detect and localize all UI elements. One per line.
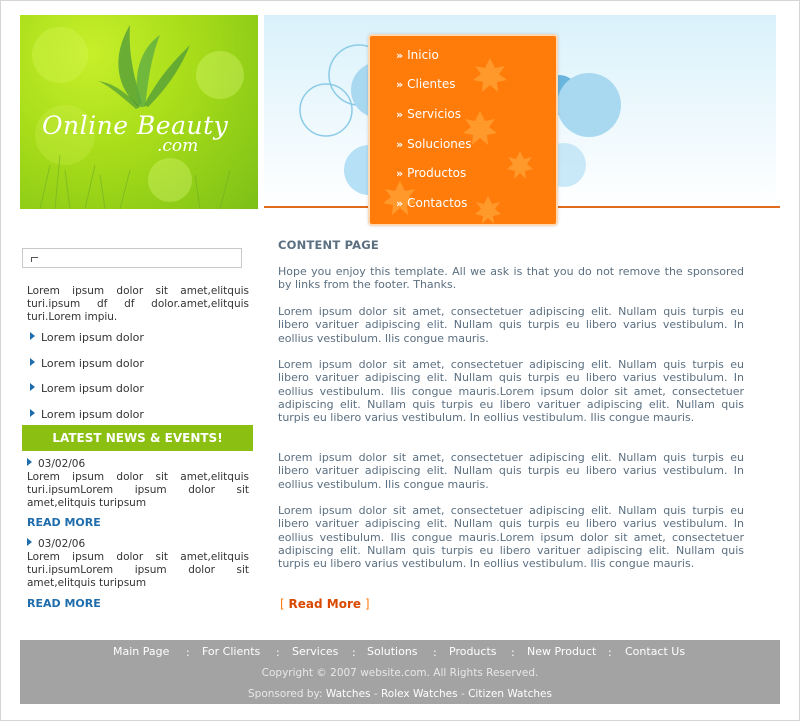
triangle-right-icon [27, 458, 32, 466]
news-item: 03/02/06 Lorem ipsum dolor sit amet,elit… [27, 538, 249, 590]
chevron-right-icon: » [396, 167, 404, 180]
main-nav: » Inicio » Clientes » Servicios » Soluciones… [368, 34, 558, 226]
footer-separator: : [276, 646, 280, 659]
chevron-right-icon: » [396, 49, 404, 62]
content-paragraph: Lorem ipsum dolor sit amet, consectetuer… [278, 451, 744, 491]
sponsor-link-watches[interactable]: Watches [326, 688, 371, 700]
search-input[interactable] [22, 248, 242, 268]
page-title: CONTENT PAGE [278, 238, 379, 252]
triangle-right-icon [27, 538, 32, 546]
nav-item-contactos[interactable]: » Contactos [396, 196, 467, 210]
triangle-right-icon [30, 332, 35, 340]
chevron-right-icon: » [396, 108, 404, 121]
triangle-right-icon [30, 383, 35, 391]
nav-item-productos[interactable]: » Productos [396, 166, 466, 180]
chevron-right-icon: » [396, 78, 404, 91]
footer-link-new-product[interactable]: New Product [527, 645, 596, 658]
logo-subtext: .com [157, 136, 199, 156]
footer-link-solutions[interactable]: Solutions [367, 645, 418, 658]
sidebar-link[interactable]: Lorem ipsum dolor [30, 331, 144, 344]
news-date: 03/02/06 [27, 538, 249, 551]
nav-item-inicio[interactable]: » Inicio [396, 48, 439, 62]
footer-separator: : [511, 646, 515, 659]
read-more-link[interactable]: READ MORE [27, 597, 101, 610]
sidebar-intro: Lorem ipsum dolor sit amet,elitquis turi… [27, 285, 249, 323]
sidebar-link[interactable]: Lorem ipsum dolor [30, 382, 144, 395]
news-date: 03/02/06 [27, 458, 249, 471]
intro-paragraph: Hope you enjoy this template. All we ask… [278, 265, 744, 292]
logo-text: Online Beauty [42, 111, 229, 140]
nav-item-servicios[interactable]: » Servicios [396, 107, 461, 121]
content-paragraph: Lorem ipsum dolor sit amet, consectetuer… [278, 358, 744, 425]
sponsor-line: Sponsored by: Watches - Rolex Watches - … [248, 688, 552, 700]
text-cursor-icon [31, 257, 38, 262]
footer-link-main-page[interactable]: Main Page [113, 645, 169, 658]
footer-separator: : [352, 646, 356, 659]
chevron-right-icon: » [396, 197, 404, 210]
read-more-link[interactable]: Read More [289, 597, 362, 611]
content-paragraph: Lorem ipsum dolor sit amet, consectetuer… [278, 504, 744, 571]
triangle-right-icon [30, 358, 35, 366]
news-item: 03/02/06 Lorem ipsum dolor sit amet,elit… [27, 458, 249, 510]
footer-separator: : [433, 646, 437, 659]
triangle-right-icon [30, 409, 35, 417]
footer-link-contact-us[interactable]: Contact Us [625, 645, 685, 658]
content-paragraph: Lorem ipsum dolor sit amet, consectetuer… [278, 305, 744, 345]
sponsor-link-citizen-watches[interactable]: Citizen Watches [468, 688, 552, 700]
footer-separator: : [186, 646, 190, 659]
copyright-text: Copyright © 2007 website.com. All Rights… [261, 667, 539, 679]
nav-item-clientes[interactable]: » Clientes [396, 77, 455, 91]
nav-item-soluciones[interactable]: » Soluciones [396, 137, 472, 151]
news-heading: LATEST NEWS & EVENTS! [22, 425, 253, 451]
chevron-right-icon: » [396, 138, 404, 151]
footer-link-for-clients[interactable]: For Clients [202, 645, 260, 658]
logo-banner[interactable]: Online Beauty .com [20, 15, 258, 209]
sponsor-link-rolex-watches[interactable]: Rolex Watches [381, 688, 458, 700]
footer-link-products[interactable]: Products [449, 645, 497, 658]
read-more-wrapper: [ Read More ] [280, 597, 370, 611]
footer-separator: : [608, 646, 612, 659]
read-more-link[interactable]: READ MORE [27, 516, 101, 529]
news-text: Lorem ipsum dolor sit amet,elitquis turi… [27, 551, 249, 589]
news-text: Lorem ipsum dolor sit amet,elitquis turi… [27, 471, 249, 509]
sidebar-link[interactable]: Lorem ipsum dolor [30, 408, 144, 421]
sidebar-link[interactable]: Lorem ipsum dolor [30, 357, 144, 370]
footer-link-services[interactable]: Services [292, 645, 338, 658]
